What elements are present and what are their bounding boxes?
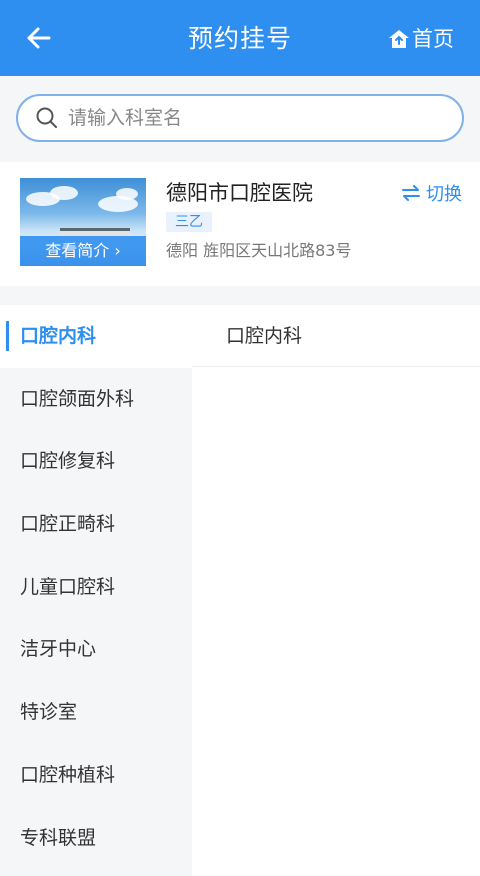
- sub-department-list: 口腔内科: [192, 305, 480, 876]
- department-item[interactable]: 口腔种植科: [0, 744, 192, 807]
- switch-hospital-button[interactable]: 切换: [402, 178, 462, 208]
- switch-label: 切换: [426, 184, 462, 205]
- home-icon: [389, 30, 409, 48]
- search-area: [0, 76, 480, 162]
- hospital-card: 查看简介 › 德阳市口腔医院 三乙 德阳 旌阳区天山北路83号 切换: [0, 162, 480, 286]
- top-bar: 预约挂号 首页: [0, 0, 480, 76]
- department-item[interactable]: 特诊室: [0, 681, 192, 744]
- hospital-photo: 查看简介 ›: [20, 178, 146, 266]
- department-sidebar: 口腔内科 口腔颌面外科 口腔修复科 口腔正畸科 儿童口腔科 洁牙中心 特诊室 口…: [0, 305, 192, 876]
- department-item[interactable]: 专科联盟: [0, 807, 192, 870]
- search-input[interactable]: [68, 107, 428, 129]
- hospital-name: 德阳市口腔医院: [166, 181, 313, 205]
- view-intro-button[interactable]: 查看简介 ›: [20, 236, 146, 266]
- department-item[interactable]: 儿童口腔科: [0, 556, 192, 619]
- search-icon: [36, 107, 58, 129]
- department-item[interactable]: 口腔正畸科: [0, 493, 192, 556]
- department-item[interactable]: 口腔修复科: [0, 430, 192, 493]
- department-item[interactable]: 口腔颌面外科: [0, 368, 192, 431]
- department-item[interactable]: 洁牙中心: [0, 618, 192, 681]
- department-item[interactable]: 口腔内科: [0, 305, 192, 368]
- hospital-level-badge: 三乙: [166, 212, 212, 232]
- hospital-address: 德阳 旌阳区天山北路83号: [166, 241, 352, 260]
- swap-icon: [402, 185, 420, 201]
- home-label: 首页: [412, 27, 454, 51]
- home-button[interactable]: 首页: [388, 24, 454, 54]
- department-area: 口腔内科 口腔颌面外科 口腔修复科 口腔正畸科 儿童口腔科 洁牙中心 特诊室 口…: [0, 305, 480, 876]
- search-box[interactable]: [16, 94, 464, 142]
- sub-department-item[interactable]: 口腔内科: [192, 305, 480, 367]
